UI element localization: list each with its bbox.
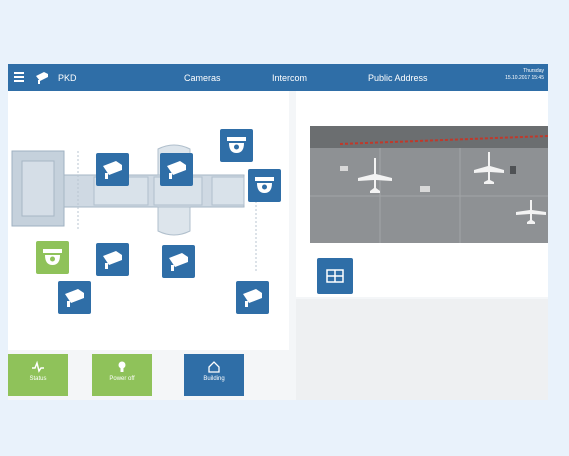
bottom-toolbar: Status Power off Building [8, 354, 289, 400]
status-label: Status [29, 376, 47, 382]
camera-logo-icon [36, 72, 48, 84]
camera-bullet-3[interactable] [96, 243, 129, 276]
nav-public-address[interactable]: Public Address [368, 73, 428, 83]
building-button[interactable]: Building [184, 354, 244, 396]
status-button[interactable]: Status [8, 354, 68, 396]
top-bar: PKD Cameras Intercom Public Address Thur… [8, 64, 548, 91]
camera-dome-2[interactable] [248, 169, 281, 202]
nav-cameras[interactable]: Cameras [184, 73, 221, 83]
video-gallery-button[interactable] [317, 258, 353, 294]
dome-camera-icon [255, 177, 274, 193]
building-label: Building [203, 376, 225, 382]
film-icon [326, 269, 344, 283]
camera-bullet-1[interactable] [96, 153, 129, 186]
camera-bullet-2[interactable] [160, 153, 193, 186]
bullet-camera-icon [243, 289, 262, 307]
home-icon [208, 361, 220, 373]
camera-bullet-6[interactable] [236, 281, 269, 314]
bullet-camera-icon [103, 161, 122, 179]
camera-feed-image[interactable] [310, 126, 548, 243]
menu-icon[interactable] [14, 72, 24, 82]
datetime: Thursday 15.10.2017 15:45 [505, 68, 544, 82]
dome-camera-icon [227, 137, 246, 153]
power-off-button[interactable]: Power off [92, 354, 152, 396]
power-off-label: Power off [109, 376, 135, 382]
camera-dome-1[interactable] [220, 129, 253, 162]
bullet-camera-icon [169, 253, 188, 271]
bullet-camera-icon [65, 289, 84, 307]
bullet-camera-icon [103, 251, 122, 269]
app-name: PKD [58, 73, 77, 83]
airport-apron-image [310, 126, 548, 243]
floor-plan-panel [8, 91, 289, 350]
camera-bullet-5[interactable] [58, 281, 91, 314]
datetime-date: 15.10.2017 15:45 [505, 75, 544, 81]
camera-view-lower [296, 299, 548, 400]
camera-bullet-4[interactable] [162, 245, 195, 278]
camera-dome-3[interactable] [36, 241, 69, 274]
datetime-day: Thursday [523, 68, 544, 74]
bullet-camera-icon [167, 161, 186, 179]
nav-intercom[interactable]: Intercom [272, 73, 307, 83]
bulb-icon [118, 361, 126, 372]
dome-camera-icon [43, 249, 62, 265]
pulse-icon [32, 360, 44, 373]
